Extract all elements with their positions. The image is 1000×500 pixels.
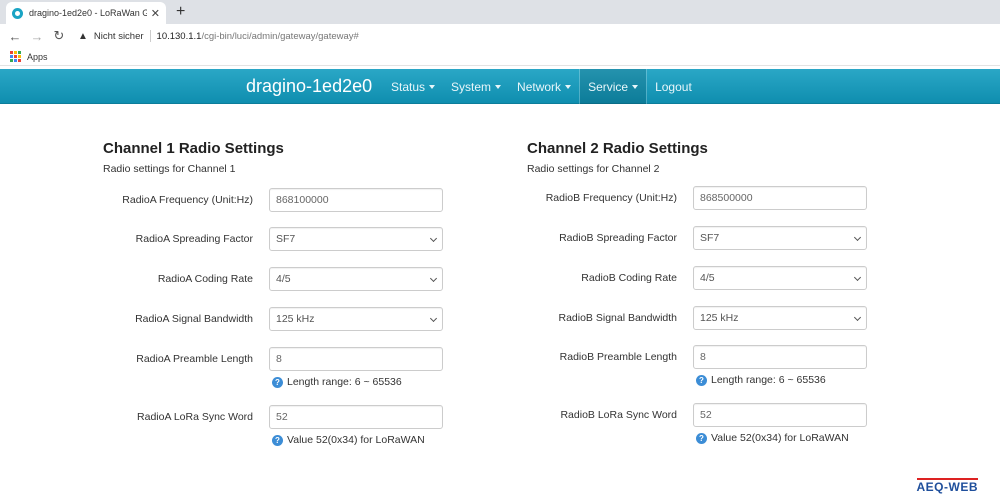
channel1-bandwidth-select[interactable]: 125 kHz: [269, 307, 443, 331]
channel2-sync-word-hint: ? Value 52(0x34) for LoRaWAN: [696, 432, 849, 444]
chevron-down-icon: [853, 313, 862, 322]
url-bar[interactable]: ▲ Nicht sicher 10.130.1.1/cgi-bin/luci/a…: [78, 26, 359, 46]
tab-title: dragino-1ed2e0 - LoRaWan Gate: [29, 8, 147, 18]
apps-grid-dot: [10, 51, 13, 54]
close-tab-icon[interactable]: ✕: [151, 7, 160, 20]
channel2-spreading-factor-label: RadioB Spreading Factor: [559, 232, 677, 244]
channel1-frequency-label: RadioA Frequency (Unit:Hz): [122, 194, 253, 206]
channel1-bandwidth-value: 125 kHz: [276, 313, 315, 325]
channel2-spreading-factor-value: SF7: [700, 232, 720, 244]
channel1-sync-word-hint: ? Value 52(0x34) for LoRaWAN: [272, 434, 425, 446]
apps-grid-dot: [18, 59, 21, 62]
warning-triangle-icon: ▲: [78, 30, 88, 42]
channel1-panel: Channel 1 Radio Settings Radio settings …: [103, 140, 463, 446]
url-host: 10.130.1.1: [156, 30, 202, 42]
channel1-coding-rate-value: 4/5: [276, 273, 291, 285]
channel1-description: Radio settings for Channel 1: [103, 163, 236, 175]
menu-service[interactable]: Service: [580, 69, 647, 104]
chevron-down-icon: [853, 233, 862, 242]
channel2-coding-rate-value: 4/5: [700, 272, 715, 284]
channel1-title: Channel 1 Radio Settings: [103, 140, 284, 157]
site-favicon-icon: [12, 7, 23, 19]
apps-grid-dot: [10, 59, 13, 62]
top-navbar: dragino-1ed2e0 Status System Network Ser…: [0, 69, 1000, 104]
channel2-bandwidth-value: 125 kHz: [700, 312, 739, 324]
channel2-title: Channel 2 Radio Settings: [527, 140, 708, 157]
url-separator: [149, 30, 151, 42]
channel2-coding-rate-select[interactable]: 4/5: [693, 266, 867, 290]
menu-network[interactable]: Network: [509, 69, 579, 104]
bookmark-apps[interactable]: Apps: [27, 52, 48, 62]
channel2-preamble-label: RadioB Preamble Length: [559, 351, 677, 363]
channel2-frequency-label: RadioB Frequency (Unit:Hz): [545, 192, 677, 204]
help-question-icon: ?: [272, 434, 283, 446]
main-menu: Status System Network Service Logout: [383, 69, 700, 104]
browser-tab[interactable]: dragino-1ed2e0 - LoRaWan Gate ✕: [6, 2, 166, 24]
channel2-bandwidth-select[interactable]: 125 kHz: [693, 306, 867, 330]
channel2-preamble-hint-text: Length range: 6 ~ 65536: [711, 374, 826, 386]
channel1-sync-word-hint-text: Value 52(0x34) for LoRaWAN: [287, 434, 425, 446]
caret-down-icon: [429, 85, 436, 89]
apps-grid-dot: [14, 59, 17, 62]
channel2-panel: Channel 2 Radio Settings Radio settings …: [527, 140, 887, 444]
chevron-down-icon: [429, 314, 438, 323]
channel2-frequency-input[interactable]: 868500000: [693, 186, 867, 210]
chevron-down-icon: [429, 274, 438, 283]
insecure-label: Nicht sicher: [93, 30, 144, 42]
forward-arrow-icon[interactable]: →: [26, 29, 48, 44]
channel1-preamble-label: RadioA Preamble Length: [136, 353, 253, 365]
channel1-frequency-input[interactable]: 868100000: [269, 188, 443, 212]
watermark-logo: AEQ-WEB: [916, 478, 978, 494]
channel2-bandwidth-label: RadioB Signal Bandwidth: [558, 312, 678, 324]
channel1-preamble-input[interactable]: 8: [269, 347, 443, 371]
new-tab-icon[interactable]: +: [176, 2, 185, 22]
menu-network-label: Network: [517, 79, 562, 94]
caret-down-icon: [565, 85, 572, 89]
menu-status[interactable]: Status: [383, 69, 443, 104]
channel2-sync-word-label: RadioB LoRa Sync Word: [560, 409, 677, 421]
bookmarks-bar: Apps: [0, 48, 1000, 66]
chevron-down-icon: [853, 273, 862, 282]
back-arrow-icon[interactable]: ←: [4, 29, 26, 44]
caret-down-icon: [632, 85, 639, 89]
channel1-sync-word-input[interactable]: 52: [269, 405, 443, 429]
menu-service-label: Service: [588, 79, 629, 94]
browser-tab-bar: dragino-1ed2e0 - LoRaWan Gate ✕ +: [0, 0, 1000, 24]
channel1-preamble-hint: ? Length range: 6 ~ 65536: [272, 376, 402, 388]
help-question-icon: ?: [272, 376, 283, 388]
apps-grid-icon[interactable]: [10, 51, 21, 62]
channel2-coding-rate-label: RadioB Coding Rate: [581, 272, 677, 284]
help-question-icon: ?: [696, 432, 707, 444]
channel1-coding-rate-label: RadioA Coding Rate: [157, 273, 253, 285]
menu-system[interactable]: System: [443, 69, 509, 104]
apps-grid-dot: [18, 55, 21, 58]
channel1-preamble-hint-text: Length range: 6 ~ 65536: [287, 376, 402, 388]
apps-grid-dot: [18, 51, 21, 54]
chevron-down-icon: [429, 234, 438, 243]
channel2-sync-word-input[interactable]: 52: [693, 403, 867, 427]
channel2-spreading-factor-select[interactable]: SF7: [693, 226, 867, 250]
address-bar-row: ← → ↻ ▲ Nicht sicher 10.130.1.1/cgi-bin/…: [0, 24, 1000, 48]
url-path: /cgi-bin/luci/admin/gateway/gateway#: [201, 30, 359, 42]
channel2-description: Radio settings for Channel 2: [527, 163, 660, 175]
channel2-sync-word-hint-text: Value 52(0x34) for LoRaWAN: [711, 432, 849, 444]
channel1-sync-word-label: RadioA LoRa Sync Word: [137, 411, 253, 423]
brand-hostname[interactable]: dragino-1ed2e0: [246, 74, 372, 98]
menu-logout[interactable]: Logout: [647, 69, 700, 104]
menu-system-label: System: [451, 79, 492, 94]
channel1-spreading-factor-select[interactable]: SF7: [269, 227, 443, 251]
channel1-bandwidth-label: RadioA Signal Bandwidth: [135, 313, 253, 325]
channel1-spreading-factor-value: SF7: [276, 233, 296, 245]
apps-grid-dot: [14, 51, 17, 54]
channel1-spreading-factor-label: RadioA Spreading Factor: [135, 233, 253, 245]
channel2-preamble-hint: ? Length range: 6 ~ 65536: [696, 374, 826, 386]
caret-down-icon: [495, 85, 502, 89]
apps-grid-dot: [14, 55, 17, 58]
menu-status-label: Status: [391, 79, 426, 94]
help-question-icon: ?: [696, 374, 707, 386]
reload-icon[interactable]: ↻: [48, 28, 70, 44]
channel2-preamble-input[interactable]: 8: [693, 345, 867, 369]
apps-grid-dot: [10, 55, 13, 58]
channel1-coding-rate-select[interactable]: 4/5: [269, 267, 443, 291]
